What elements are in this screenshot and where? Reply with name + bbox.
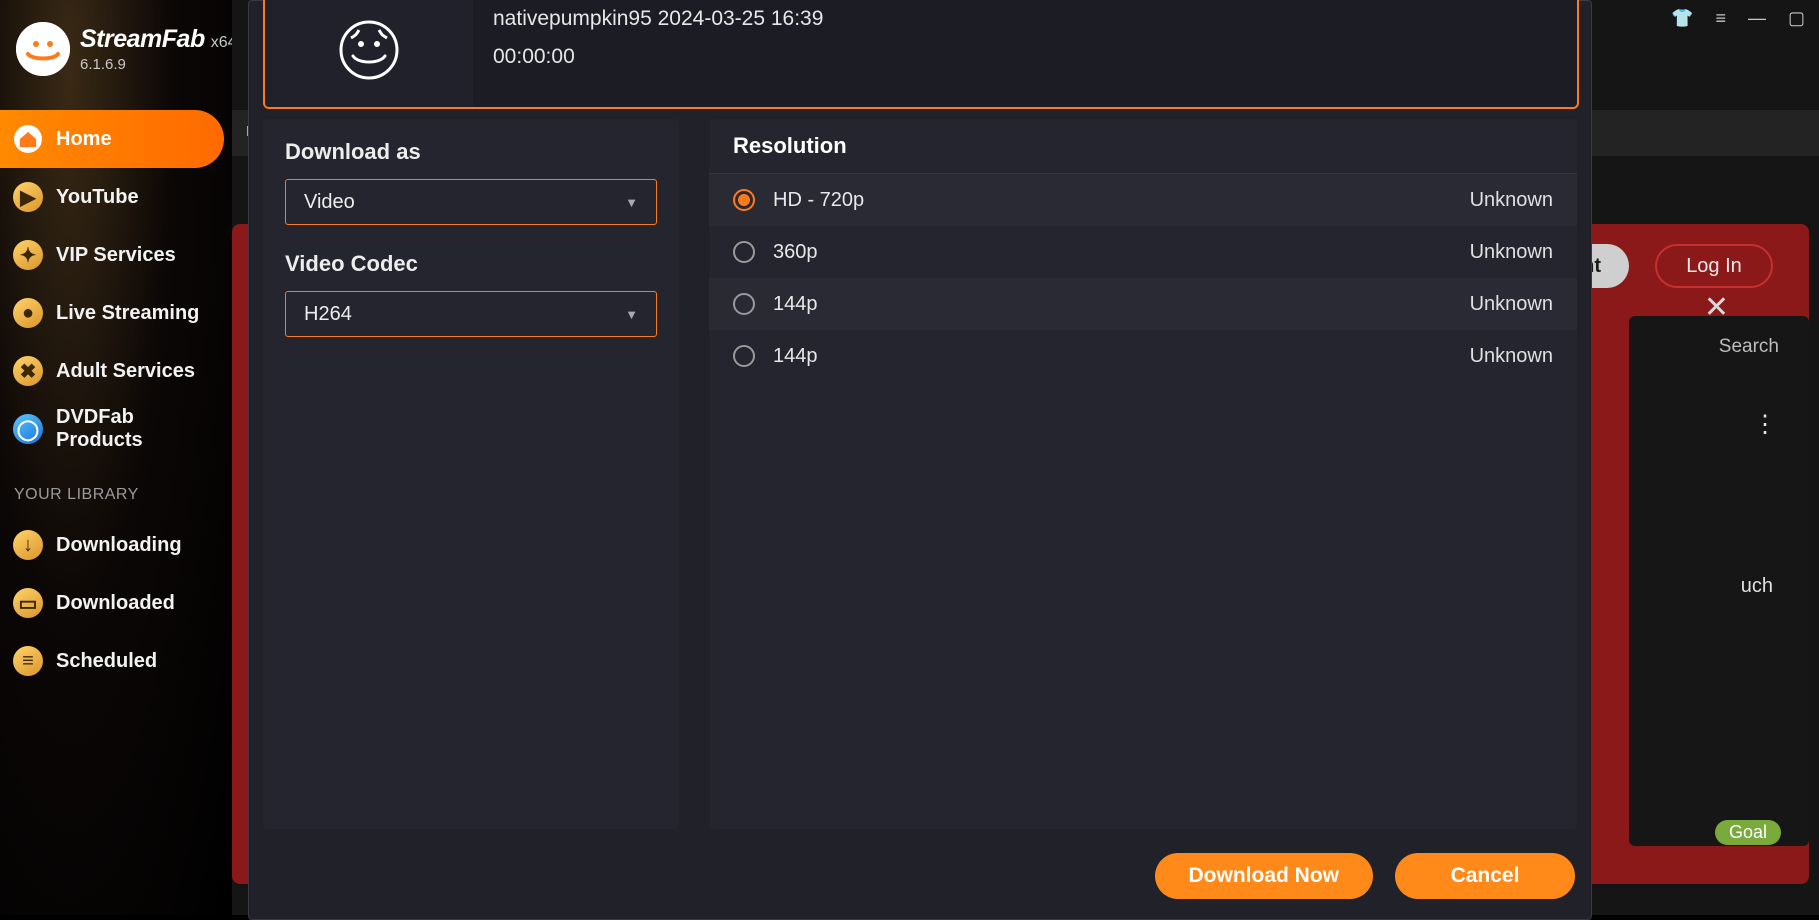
goal-badge: Goal: [1715, 820, 1781, 845]
resolution-header: Resolution: [709, 133, 1577, 174]
sidebar-item-downloading[interactable]: ↓ Downloading: [0, 516, 224, 574]
resolution-label: 144p: [773, 293, 818, 316]
sidebar-item-label: DVDFab Products: [56, 406, 224, 452]
window-controls: 👕 ≡ — ▢: [1671, 8, 1805, 29]
sidebar-item-home[interactable]: Home: [0, 110, 224, 168]
list-icon: ≡: [12, 645, 44, 677]
kebab-icon[interactable]: ⋮: [1753, 410, 1779, 439]
side-panel: [1629, 316, 1809, 846]
download-now-button[interactable]: Download Now: [1155, 853, 1374, 899]
resolution-size: Unknown: [1470, 345, 1553, 368]
download-as-label: Download as: [285, 139, 657, 165]
sidebar-item-vip[interactable]: ✦ VIP Services: [0, 226, 224, 284]
resolution-option[interactable]: 360p Unknown: [709, 226, 1577, 278]
sidebar-item-label: Live Streaming: [56, 302, 199, 325]
sidebar-item-scheduled[interactable]: ≡ Scheduled: [0, 632, 224, 690]
blocked-icon: ✖: [12, 355, 44, 387]
options-pane: Download as Video ▼ Video Codec H264 ▼: [263, 119, 679, 829]
search-text[interactable]: Search: [1719, 336, 1779, 358]
download-as-dropdown[interactable]: Video ▼: [285, 179, 657, 225]
library-header: YOUR LIBRARY: [0, 458, 232, 516]
resolution-list: HD - 720pUnknown360pUnknown144pUnknown14…: [709, 174, 1577, 382]
download-dialog: nativepumpkin95 2024-03-25 16:39 00:00:0…: [248, 0, 1592, 920]
radio-icon: [733, 345, 755, 367]
video-card[interactable]: nativepumpkin95 2024-03-25 16:39 00:00:0…: [263, 0, 1579, 109]
cancel-button[interactable]: Cancel: [1395, 853, 1575, 899]
truncated-text: uch: [1741, 575, 1773, 598]
codec-dropdown[interactable]: H264 ▼: [285, 291, 657, 337]
video-title: nativepumpkin95 2024-03-25 16:39: [493, 7, 823, 31]
menu-icon[interactable]: ≡: [1715, 8, 1726, 29]
resolution-option[interactable]: 144p Unknown: [709, 330, 1577, 382]
chevron-down-icon: ▼: [625, 307, 638, 322]
sidebar-item-youtube[interactable]: ▶ YouTube: [0, 168, 224, 226]
sidebar-item-label: Downloaded: [56, 592, 175, 615]
chevron-down-icon: ▼: [625, 195, 638, 210]
resolution-size: Unknown: [1470, 293, 1553, 316]
resolution-option[interactable]: 144p Unknown: [709, 278, 1577, 330]
resolution-size: Unknown: [1470, 189, 1553, 212]
login-button[interactable]: Log In: [1655, 244, 1773, 288]
resolution-label: HD - 720p: [773, 189, 864, 212]
disc-icon: ◯: [12, 413, 44, 445]
sidebar-item-adult[interactable]: ✖ Adult Services: [0, 342, 224, 400]
app-version: 6.1.6.9: [80, 56, 237, 73]
maximize-icon[interactable]: ▢: [1788, 8, 1805, 29]
codec-value: H264: [304, 303, 352, 326]
sidebar-item-label: Scheduled: [56, 650, 157, 673]
key-icon: ✦: [12, 239, 44, 271]
resolution-size: Unknown: [1470, 241, 1553, 264]
camera-icon: ●: [12, 297, 44, 329]
download-icon: ↓: [12, 529, 44, 561]
app-name: StreamFab: [80, 25, 205, 53]
sidebar-item-label: Home: [56, 128, 112, 151]
resolution-label: 144p: [773, 345, 818, 368]
video-thumbnail: [265, 0, 473, 107]
app-logo-icon: [16, 22, 70, 76]
tshirt-icon[interactable]: 👕: [1671, 8, 1693, 29]
radio-icon: [733, 189, 755, 211]
home-icon: [12, 123, 44, 155]
sidebar-item-downloaded[interactable]: ▭ Downloaded: [0, 574, 224, 632]
radio-icon: [733, 293, 755, 315]
sidebar: StreamFabx64 6.1.6.9 Home ▶ YouTube ✦ VI…: [0, 0, 232, 915]
sidebar-item-dvdfab[interactable]: ◯ DVDFab Products: [0, 400, 224, 458]
minimize-icon[interactable]: —: [1748, 8, 1766, 29]
sidebar-item-label: VIP Services: [56, 244, 176, 267]
dialog-footer: Download Now Cancel: [249, 833, 1591, 919]
youtube-icon: ▶: [12, 181, 44, 213]
app-brand: StreamFabx64 6.1.6.9: [0, 0, 232, 110]
sidebar-item-label: Downloading: [56, 534, 182, 557]
radio-icon: [733, 241, 755, 263]
sidebar-item-label: Adult Services: [56, 360, 195, 383]
resolution-label: 360p: [773, 241, 818, 264]
resolution-option[interactable]: HD - 720p Unknown: [709, 174, 1577, 226]
sidebar-item-label: YouTube: [56, 186, 139, 209]
video-duration: 00:00:00: [493, 45, 823, 69]
codec-label: Video Codec: [285, 251, 657, 277]
folder-icon: ▭: [12, 587, 44, 619]
sidebar-item-live[interactable]: ● Live Streaming: [0, 284, 224, 342]
resolution-pane: Resolution HD - 720pUnknown360pUnknown14…: [709, 119, 1577, 829]
download-as-value: Video: [304, 191, 355, 214]
